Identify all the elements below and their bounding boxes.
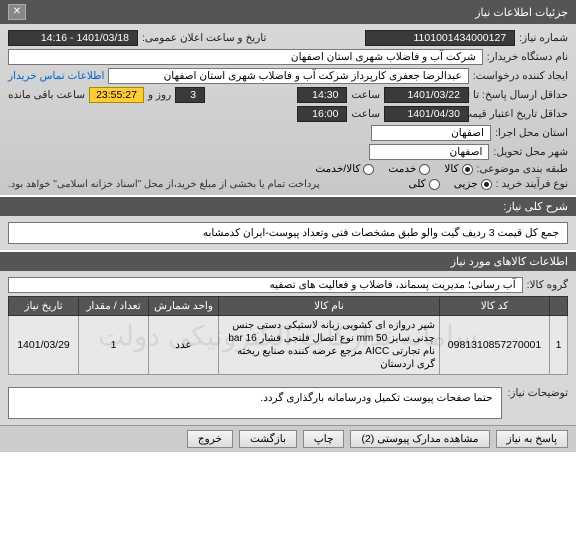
form-panel: شماره نیاز: 1101001434000127 تاریخ و ساع… <box>0 24 576 195</box>
deadline-date: 1401/03/22 <box>384 87 469 103</box>
need-desc-area: جمع کل قیمت 3 ردیف گیت والو طبق مشخصات ف… <box>0 216 576 250</box>
days-remaining: 3 <box>175 87 205 103</box>
radio-goods[interactable]: کالا <box>444 163 472 175</box>
radio-dot-icon <box>462 164 473 175</box>
close-icon[interactable]: ✕ <box>8 4 26 20</box>
need-desc-header: شرح کلی نیاز: <box>0 197 576 216</box>
cell-unit: عدد <box>149 316 219 375</box>
cell-idx: 1 <box>550 316 568 375</box>
valid-label: حداقل تاریخ اعتبار قیمت: تا تاریخ: <box>473 108 568 120</box>
requester-label: ایجاد کننده درخواست: <box>473 70 568 82</box>
process-radio-group: جزیی کلی <box>408 178 491 190</box>
announce-label: تاریخ و ساعت اعلان عمومی: <box>142 32 266 44</box>
modal-title: جزئیات اطلاعات نیاز <box>475 6 568 19</box>
table-header-row: کد کالا نام کالا واحد شمارش تعداد / مقدا… <box>9 297 568 316</box>
col-unit: واحد شمارش <box>149 297 219 316</box>
radio-both[interactable]: کالا/خدمت <box>315 163 374 175</box>
valid-time: 16:00 <box>297 106 347 122</box>
time-label-2: ساعت <box>351 108 380 120</box>
print-button[interactable]: چاپ <box>303 430 345 448</box>
need-desc-text: جمع کل قیمت 3 ردیف گیت والو طبق مشخصات ف… <box>8 222 568 244</box>
group-label: گروه کالا: <box>527 279 568 291</box>
radio-dot-icon <box>363 164 374 175</box>
time-label-1: ساعت <box>351 89 380 101</box>
radio-dot-icon <box>481 179 492 190</box>
items-area: گروه کالا: آب رسانی؛ مدیریت پسماند، فاضل… <box>0 271 576 381</box>
table-wrap: سامانه تدارکات الکترونیکی دولت کد کالا ن… <box>8 296 568 375</box>
process-note: پرداخت تمام یا بخشی از مبلغ خرید،از محل … <box>8 179 320 190</box>
buyer-label: نام دستگاه خریدار: <box>487 51 568 63</box>
cell-name: شیر دروازه ای کشویی زبانه لاستیکی دستی ج… <box>219 316 440 375</box>
radio-dot-icon <box>429 179 440 190</box>
notes-label: توضیحات نیاز: <box>508 387 569 399</box>
deadline-label: حداقل ارسال پاسخ: تا تاریخ: <box>473 89 568 101</box>
footer-bar: پاسخ به نیاز مشاهده مدارک پیوستی (2) چاپ… <box>0 425 576 452</box>
category-radio-group: کالا خدمت کالا/خدمت <box>315 163 472 175</box>
group-value: آب رسانی؛ مدیریت پسماند، فاضلاب و فعالیت… <box>8 277 523 293</box>
cancel-button[interactable]: بازگشت <box>239 430 297 448</box>
radio-dot-icon <box>419 164 430 175</box>
contact-link[interactable]: اطلاعات تماس خریدار <box>8 70 104 82</box>
deadline-time: 14:30 <box>297 87 347 103</box>
need-number-label: شماره نیاز: <box>519 32 568 44</box>
col-qty: تعداد / مقدار <box>79 297 149 316</box>
respond-button[interactable]: پاسخ به نیاز <box>496 430 568 448</box>
table-row[interactable]: 1 0981310857270001 شیر دروازه ای کشویی ز… <box>9 316 568 375</box>
category-label: طبقه بندی موضوعی: <box>477 163 568 175</box>
attachments-button[interactable]: مشاهده مدارک پیوستی (2) <box>350 430 489 448</box>
exec-loc-label: استان محل اجرا: <box>495 127 568 139</box>
notes-area: توضیحات نیاز: حتما صفحات پیوست تکمیل ودر… <box>0 381 576 425</box>
remaining-label: ساعت باقی مانده <box>8 89 85 101</box>
col-code: کد کالا <box>440 297 550 316</box>
notes-text: حتما صفحات پیوست تکمیل ودرسامانه بارگذار… <box>8 387 502 419</box>
need-number-value: 1101001434000127 <box>365 30 515 46</box>
cell-date: 1401/03/29 <box>9 316 79 375</box>
radio-partial[interactable]: جزیی <box>454 178 492 190</box>
col-date: تاریخ نیاز <box>9 297 79 316</box>
process-label: نوع فرآیند خرید : <box>496 178 568 190</box>
valid-date: 1401/04/30 <box>384 106 469 122</box>
cell-code: 0981310857270001 <box>440 316 550 375</box>
announce-value: 1401/03/18 - 14:16 <box>8 30 138 46</box>
exit-button[interactable]: خروج <box>187 430 233 448</box>
col-idx <box>550 297 568 316</box>
buyer-value: شرکت آب و فاضلاب شهری استان اصفهان <box>8 49 483 65</box>
deliv-loc-value: اصفهان <box>369 144 489 160</box>
items-table: کد کالا نام کالا واحد شمارش تعداد / مقدا… <box>8 296 568 375</box>
requester-value: عبدالرضا جعفری کارپرداز شرکت آب و فاضلاب… <box>108 68 468 84</box>
day-label: روز و <box>148 89 171 101</box>
radio-full[interactable]: کلی <box>408 178 439 190</box>
exec-loc-value: اصفهان <box>371 125 491 141</box>
col-name: نام کالا <box>219 297 440 316</box>
time-remaining: 23:55:27 <box>89 87 144 103</box>
modal-header: جزئیات اطلاعات نیاز ✕ <box>0 0 576 24</box>
cell-qty: 1 <box>79 316 149 375</box>
deliv-loc-label: شهر محل تحویل: <box>493 146 568 158</box>
radio-service[interactable]: خدمت <box>388 163 430 175</box>
items-header: اطلاعات کالاهای مورد نیاز <box>0 252 576 271</box>
